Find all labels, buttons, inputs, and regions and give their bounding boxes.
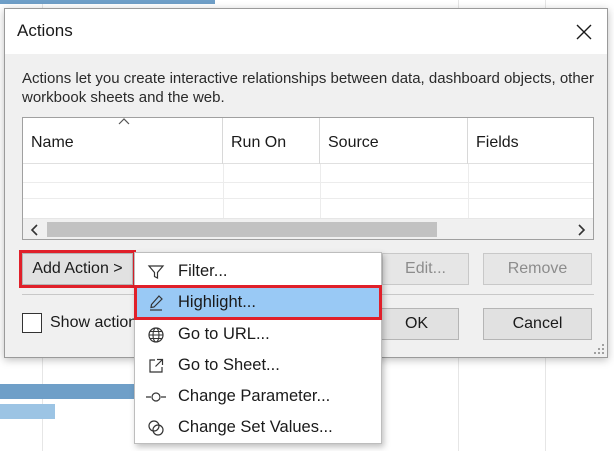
scroll-right-button[interactable]	[571, 219, 591, 239]
ok-button[interactable]: OK	[374, 308, 459, 340]
highlight-pen-icon	[136, 287, 176, 318]
filter-icon	[136, 256, 176, 287]
menu-item-filter[interactable]: Filter...	[136, 256, 380, 287]
background-bar	[0, 404, 55, 419]
add-action-button[interactable]: Add Action >	[19, 250, 136, 288]
menu-item-label: Highlight...	[178, 293, 256, 311]
column-header-name[interactable]: Name	[23, 118, 223, 164]
dialog-title: Actions	[17, 21, 73, 40]
cancel-button[interactable]: Cancel	[483, 308, 592, 340]
menu-item-go-to-sheet[interactable]: Go to Sheet...	[136, 350, 380, 381]
close-icon	[576, 24, 592, 40]
set-values-icon	[136, 412, 176, 443]
table-column-divider	[320, 164, 321, 219]
menu-item-label: Go to Sheet...	[178, 356, 280, 374]
scrollbar-thumb[interactable]	[47, 222, 437, 237]
sort-ascending-icon	[118, 118, 130, 125]
column-header-label: Run On	[231, 134, 287, 151]
close-button[interactable]	[567, 15, 601, 49]
table-row-divider	[23, 182, 593, 183]
background-bar	[0, 384, 135, 399]
column-header-label: Fields	[476, 134, 519, 151]
table-row-divider	[23, 198, 593, 199]
remove-button[interactable]: Remove	[483, 253, 592, 285]
menu-item-label: Filter...	[178, 262, 228, 280]
dialog-description: Actions let you create interactive relat…	[22, 70, 595, 106]
horizontal-scrollbar[interactable]	[23, 218, 593, 239]
menu-item-go-to-url[interactable]: Go to URL...	[136, 319, 380, 350]
chevron-right-icon	[578, 223, 586, 236]
column-header-source[interactable]: Source	[320, 118, 468, 164]
title-bar: Actions	[5, 9, 607, 54]
column-header-label: Name	[31, 134, 74, 151]
menu-item-highlight[interactable]: Highlight...	[134, 285, 382, 320]
show-action-label: Show action	[50, 314, 138, 331]
column-header-run-on[interactable]: Run On	[223, 118, 320, 164]
menu-item-label: Go to URL...	[178, 325, 270, 343]
resize-grip-icon[interactable]	[593, 343, 605, 355]
globe-icon	[136, 319, 176, 350]
table-header: Name Run On Source Fields	[23, 118, 593, 164]
menu-item-label: Change Parameter...	[178, 387, 331, 405]
table-column-divider	[468, 164, 469, 219]
edit-button[interactable]: Edit...	[382, 253, 469, 285]
menu-item-change-set-values[interactable]: Change Set Values...	[136, 412, 380, 443]
background-bar	[0, 0, 215, 4]
add-action-menu: Filter... Highlight... Go to URL... Go t…	[134, 252, 382, 444]
menu-item-change-parameter[interactable]: Change Parameter...	[136, 381, 380, 412]
actions-table[interactable]: Name Run On Source Fields	[22, 117, 594, 240]
parameter-icon	[136, 381, 176, 412]
menu-item-label: Change Set Values...	[178, 418, 333, 436]
chevron-left-icon	[30, 223, 38, 236]
show-action-checkbox[interactable]	[22, 313, 42, 333]
scroll-left-button[interactable]	[25, 219, 45, 239]
column-header-fields[interactable]: Fields	[468, 118, 593, 164]
table-column-divider	[223, 164, 224, 219]
external-sheet-icon	[136, 350, 176, 381]
column-header-label: Source	[328, 134, 379, 151]
